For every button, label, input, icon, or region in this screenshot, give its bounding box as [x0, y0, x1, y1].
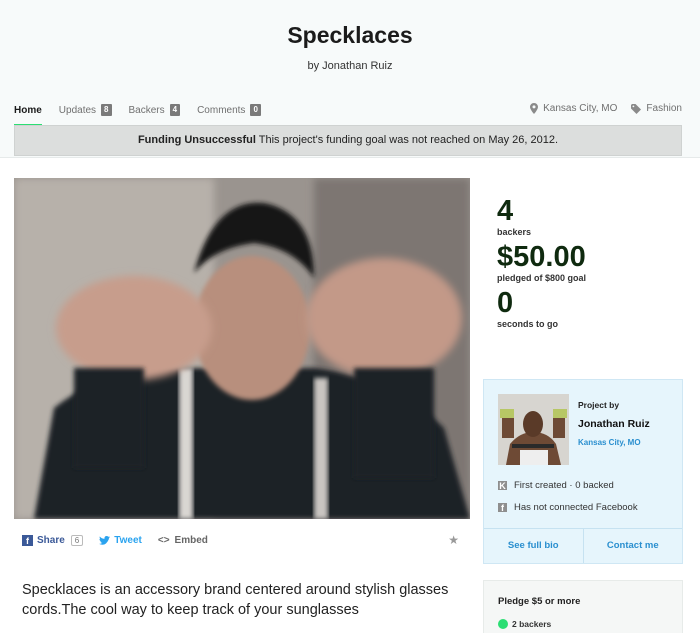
creator-location[interactable]: Kansas City, MO [578, 438, 641, 447]
project-meta: Kansas City, MO Fashion [516, 103, 682, 114]
project-blurb: Specklaces is an accessory brand centere… [22, 582, 449, 618]
tab-comments[interactable]: Comments 0 [197, 104, 261, 116]
backers-count: 4 [497, 195, 514, 227]
facebook-icon: f [498, 503, 507, 513]
project-byline[interactable]: by Jonathan Ruiz [0, 60, 700, 72]
updates-count-badge: 8 [101, 104, 112, 116]
project-header: Specklaces by Jonathan Ruiz Home Updates… [0, 0, 700, 158]
embed-label: Embed [174, 534, 208, 546]
creator-history-text: First created · 0 backed [514, 480, 614, 491]
share-label: Share [37, 534, 65, 546]
creator-facebook-status: f Has not connected Facebook [498, 502, 638, 513]
tweet-button[interactable]: Tweet [99, 535, 142, 546]
creator-name[interactable]: Jonathan Ruiz [578, 418, 650, 430]
kickstarter-k-icon: K [498, 481, 507, 491]
tab-updates[interactable]: Updates 8 [59, 104, 112, 116]
backers-count-badge: 4 [169, 104, 181, 116]
project-nav: Home Updates 8 Backers 4 Comments 0 [14, 103, 278, 127]
pledged-amount: $50.00 [497, 241, 586, 273]
reward-title: Pledge $5 or more [498, 596, 581, 607]
share-bar: f Share 6 Tweet <> Embed ★ [22, 533, 467, 547]
embed-button[interactable]: <> Embed [158, 535, 208, 546]
share-count: 6 [70, 534, 84, 546]
contact-me-button[interactable]: Contact me [582, 529, 683, 563]
backers-label: backers [497, 227, 532, 237]
time-remaining: 0 [497, 287, 514, 319]
funding-status-banner: Funding Unsuccessful This project's fund… [14, 125, 682, 156]
twitter-bird-icon [99, 535, 111, 545]
project-by-label: Project by [578, 400, 620, 410]
time-label: seconds to go [497, 319, 559, 329]
creator-card: Project by Jonathan Ruiz Kansas City, MO… [483, 379, 683, 564]
tweet-label: Tweet [114, 534, 142, 546]
location-text: Kansas City, MO [543, 103, 618, 114]
avatar[interactable] [498, 394, 569, 465]
code-brackets-icon: <> [157, 534, 170, 546]
tab-backers[interactable]: Backers 4 [129, 104, 181, 116]
tab-comments-label: Comments [197, 104, 246, 116]
backers-dot-icon [498, 619, 508, 629]
facebook-share-button[interactable]: f Share 6 [22, 534, 84, 546]
tab-backers-label: Backers [128, 104, 165, 116]
creator-facebook-text: Has not connected Facebook [514, 502, 638, 513]
star-icon[interactable]: ★ [448, 533, 459, 547]
funding-status: Funding Unsuccessful [137, 134, 256, 146]
tab-home[interactable]: Home [14, 104, 42, 127]
facebook-icon: f [22, 534, 33, 546]
pledged-label: pledged of $800 goal [497, 273, 587, 283]
category-text: Fashion [646, 103, 682, 114]
location-link[interactable]: Kansas City, MO [530, 103, 617, 114]
location-pin-icon [530, 103, 539, 114]
comments-count-badge: 0 [250, 104, 261, 116]
tab-updates-label: Updates [58, 104, 97, 116]
video-frame-image [14, 178, 470, 519]
creator-actions: See full bio Contact me [484, 528, 682, 563]
project-title: Specklaces [287, 22, 413, 48]
see-full-bio-button[interactable]: See full bio [484, 529, 583, 563]
category-link[interactable]: Fashion [631, 103, 682, 114]
creator-photo [498, 394, 569, 465]
tab-home-label: Home [14, 104, 42, 116]
tag-icon [631, 103, 642, 114]
funding-message: This project's funding goal was not reac… [255, 134, 559, 146]
project-video[interactable] [14, 178, 470, 519]
reward-backers: 2 backers [498, 619, 551, 629]
creator-history: K First created · 0 backed [498, 480, 614, 491]
reward-backers-text: 2 backers [512, 619, 552, 629]
project-stats: 4 backers $50.00 pledged of $800 goal 0 … [497, 195, 687, 333]
reward-tier[interactable]: Pledge $5 or more 2 backers [483, 580, 683, 633]
